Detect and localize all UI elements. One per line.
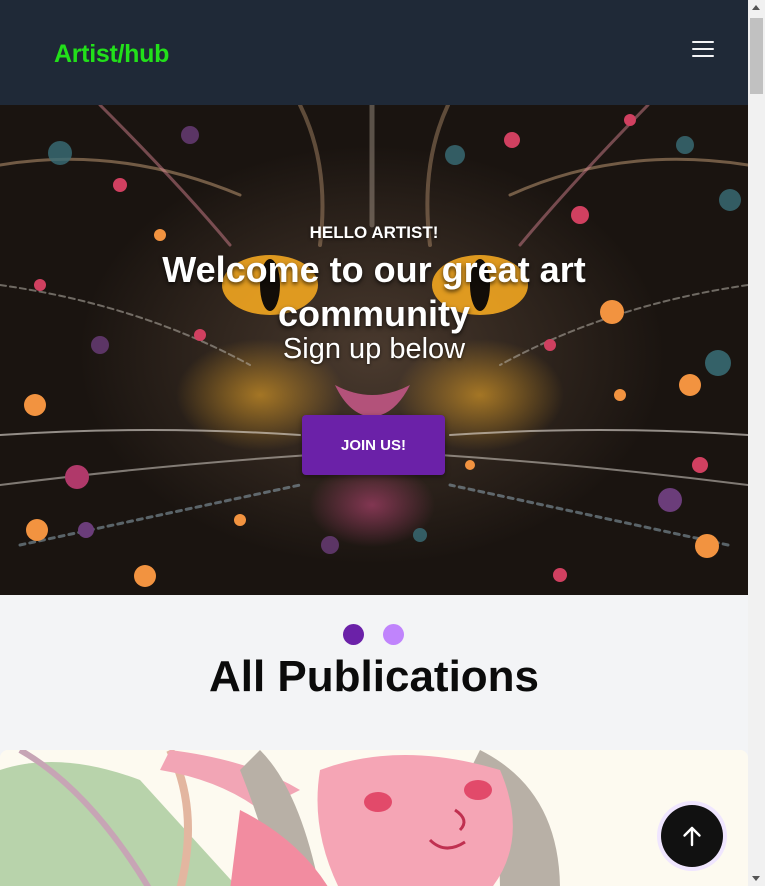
carousel-dot-1[interactable] <box>343 624 364 645</box>
scroll-down-arrow-icon[interactable] <box>752 876 760 881</box>
page: Artist/hub HELLO ARTIST! Welcome to our … <box>0 0 748 886</box>
hero-eyebrow: HELLO ARTIST! <box>309 223 439 242</box>
hamburger-menu-icon[interactable] <box>690 38 716 60</box>
hero-content: HELLO ARTIST! Welcome to our great art c… <box>0 105 748 595</box>
hero-headline: Welcome to our great art community <box>162 249 586 334</box>
publication-card[interactable] <box>0 750 748 886</box>
hero-subheadline: Sign up below <box>282 333 466 365</box>
carousel-dots <box>0 624 748 646</box>
publications-title: All Publications <box>208 652 540 701</box>
carousel-dot-2[interactable] <box>383 624 404 645</box>
scrollbar-thumb[interactable] <box>750 18 763 94</box>
scroll-up-arrow-icon[interactable] <box>752 5 760 10</box>
join-us-button[interactable]: JOIN US! <box>302 415 445 475</box>
brand-logo[interactable]: Artist/hub <box>54 40 169 69</box>
navbar: Artist/hub <box>0 0 748 105</box>
back-to-top-button[interactable] <box>657 801 727 871</box>
arrow-up-icon <box>683 826 701 847</box>
publication-card-image <box>0 750 748 886</box>
page-scrollbar[interactable] <box>748 0 765 886</box>
hero-banner: HELLO ARTIST! Welcome to our great art c… <box>0 105 748 595</box>
